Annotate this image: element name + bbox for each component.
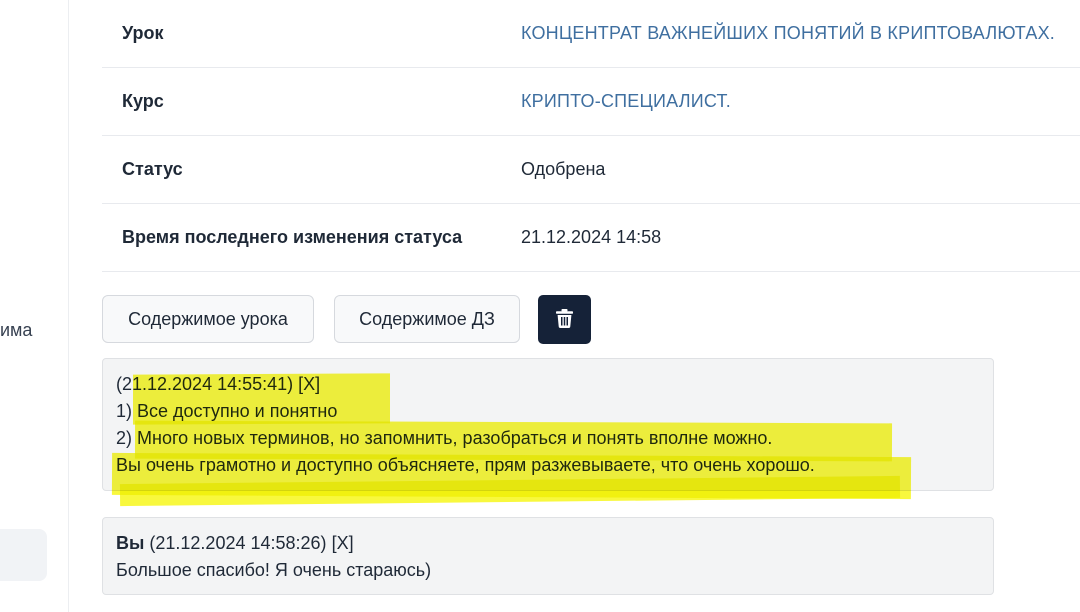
- info-label-status-time: Время последнего изменения статуса: [122, 227, 463, 247]
- lesson-content-button[interactable]: Содержимое урока: [102, 295, 314, 343]
- info-row-status-time: Время последнего изменения статуса 21.12…: [102, 204, 1080, 272]
- comment-remove-link[interactable]: [X]: [298, 374, 320, 394]
- info-row-lesson: Урок КОНЦЕНТРАТ ВАЖНЕЙШИХ ПОНЯТИЙ В КРИП…: [102, 0, 1080, 68]
- comment-line: Вы очень грамотно и доступно объясняете,…: [116, 455, 815, 475]
- trash-icon: [556, 309, 573, 328]
- info-label-course: Курс: [122, 91, 164, 111]
- comment-author: Вы: [116, 533, 145, 553]
- status-value: Одобрена: [521, 159, 606, 179]
- status-time-value: 21.12.2024 14:58: [521, 227, 662, 247]
- sidebar: има: [0, 0, 69, 612]
- comment-line: 2) Много новых терминов, но запомнить, р…: [116, 428, 773, 448]
- sidebar-item-label[interactable]: има: [0, 320, 32, 341]
- info-row-status: Статус Одобрена: [102, 136, 1080, 204]
- comment-header: (21.12.2024 14:55:41) [X]: [116, 371, 980, 398]
- comment-line: 1) Все доступно и понятно: [116, 401, 338, 421]
- comment-remove-link[interactable]: [X]: [332, 533, 354, 553]
- sidebar-item-active[interactable]: [0, 529, 47, 581]
- comment-card: (21.12.2024 14:55:41) [X] 1) Все доступн…: [102, 358, 994, 491]
- comment-line: Большое спасибо! Я очень стараюсь): [116, 560, 432, 580]
- course-link[interactable]: КРИПТО-СПЕЦИАЛИСТ.: [521, 68, 731, 135]
- info-label-status: Статус: [122, 159, 183, 179]
- info-label-lesson: Урок: [122, 23, 164, 43]
- comment-card: Вы (21.12.2024 14:58:26) [X] Большое спа…: [102, 517, 994, 595]
- lesson-link[interactable]: КОНЦЕНТРАТ ВАЖНЕЙШИХ ПОНЯТИЙ В КРИПТОВАЛ…: [521, 0, 1055, 67]
- info-row-course: Курс КРИПТО-СПЕЦИАЛИСТ.: [102, 68, 1080, 136]
- homework-content-button[interactable]: Содержимое ДЗ: [334, 295, 520, 343]
- comment-timestamp: (21.12.2024 14:58:26): [149, 533, 327, 553]
- comment-header: Вы (21.12.2024 14:58:26) [X]: [116, 530, 980, 557]
- delete-button[interactable]: [538, 295, 591, 344]
- comment-timestamp: (21.12.2024 14:55:41): [116, 374, 294, 394]
- homework-info-table: Урок КОНЦЕНТРАТ ВАЖНЕЙШИХ ПОНЯТИЙ В КРИП…: [102, 0, 1080, 272]
